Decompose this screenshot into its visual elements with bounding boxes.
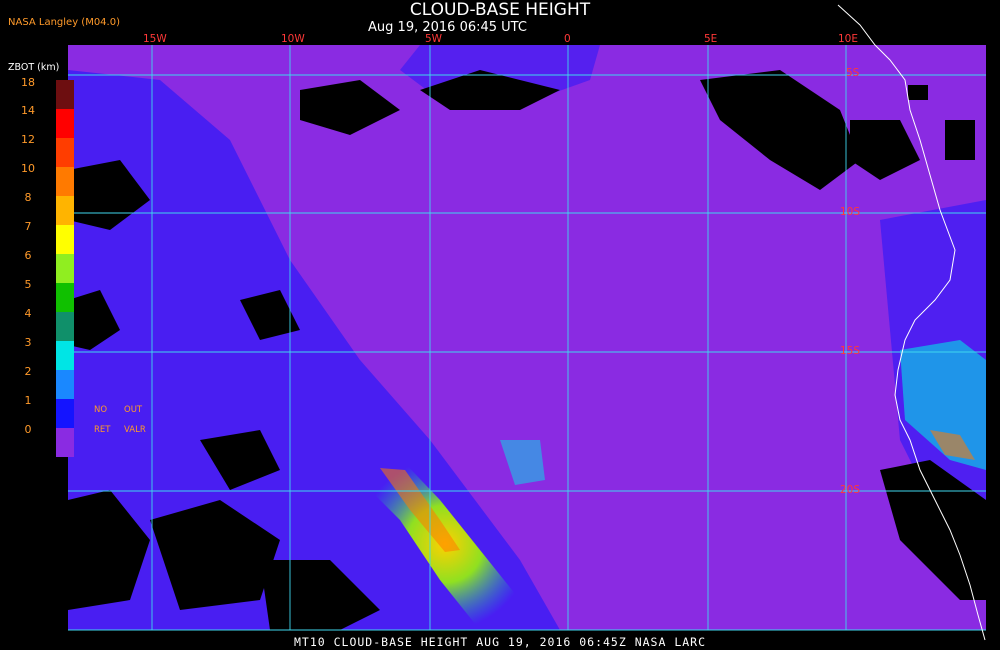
colorbar-tick-5: 5: [24, 278, 32, 291]
colorbar-swatch-2: [56, 138, 74, 167]
page-title: CLOUD-BASE HEIGHT: [409, 0, 591, 20]
colorbar-tick-3: 3: [24, 336, 32, 349]
out-of-range-label: OUT VALR: [124, 405, 146, 435]
lat-label-15s: 15S: [840, 345, 861, 357]
cloud-base-map: [68, 4, 986, 641]
lon-label-10w: 10W: [281, 33, 305, 45]
colorbar-swatch-5: [56, 225, 74, 254]
lon-label-15w: 15W: [143, 33, 167, 45]
colorbar-swatch-8: [56, 312, 74, 341]
colorbar-swatch-7: [56, 283, 74, 312]
colorbar-swatch-11: [56, 399, 74, 428]
colorbar-swatch-9: [56, 341, 74, 370]
footer-caption: MT10 CLOUD-BASE HEIGHT AUG 19, 2016 06:4…: [293, 635, 707, 649]
colorbar-tick-8: 8: [24, 191, 32, 204]
lat-label-20s: 20S: [840, 484, 861, 496]
colorbar-tick-4: 4: [24, 307, 32, 320]
colorbar-tick-0: 0: [24, 423, 32, 436]
colorbar-tick-2: 2: [24, 365, 32, 378]
colorbar-swatch-0: [56, 80, 74, 109]
lon-label-5w: 5W: [425, 33, 443, 45]
lat-label-10s: 10S: [840, 206, 861, 218]
colorbar-tick-1: 1: [24, 394, 32, 407]
colorbar-tick-10: 10: [21, 162, 35, 175]
colorbar-tick-14: 14: [21, 104, 35, 117]
colorbar-swatch-4: [56, 196, 74, 225]
colorbar-swatch-6: [56, 254, 74, 283]
colorbar-tick-18: 18: [21, 76, 35, 89]
colorbar-swatch-3: [56, 167, 74, 196]
lon-label-10e: 10E: [838, 33, 858, 45]
no-retrieval-label: NO RET: [94, 405, 111, 435]
colorbar-tick-12: 12: [21, 133, 35, 146]
lat-label-5s: 5S: [846, 67, 860, 79]
lon-label-0: 0: [564, 33, 571, 45]
colorbar: [56, 80, 74, 457]
colorbar-swatch-1: [56, 109, 74, 138]
colorbar-swatch-12: [56, 428, 74, 457]
lon-label-5e: 5E: [704, 33, 718, 45]
colorbar-tick-6: 6: [24, 249, 32, 262]
colorbar-swatch-10: [56, 370, 74, 399]
colorbar-unit-label: ZBOT (km): [8, 62, 60, 73]
colorbar-tick-7: 7: [24, 220, 32, 233]
page-subtitle: Aug 19, 2016 06:45 UTC: [368, 20, 527, 35]
